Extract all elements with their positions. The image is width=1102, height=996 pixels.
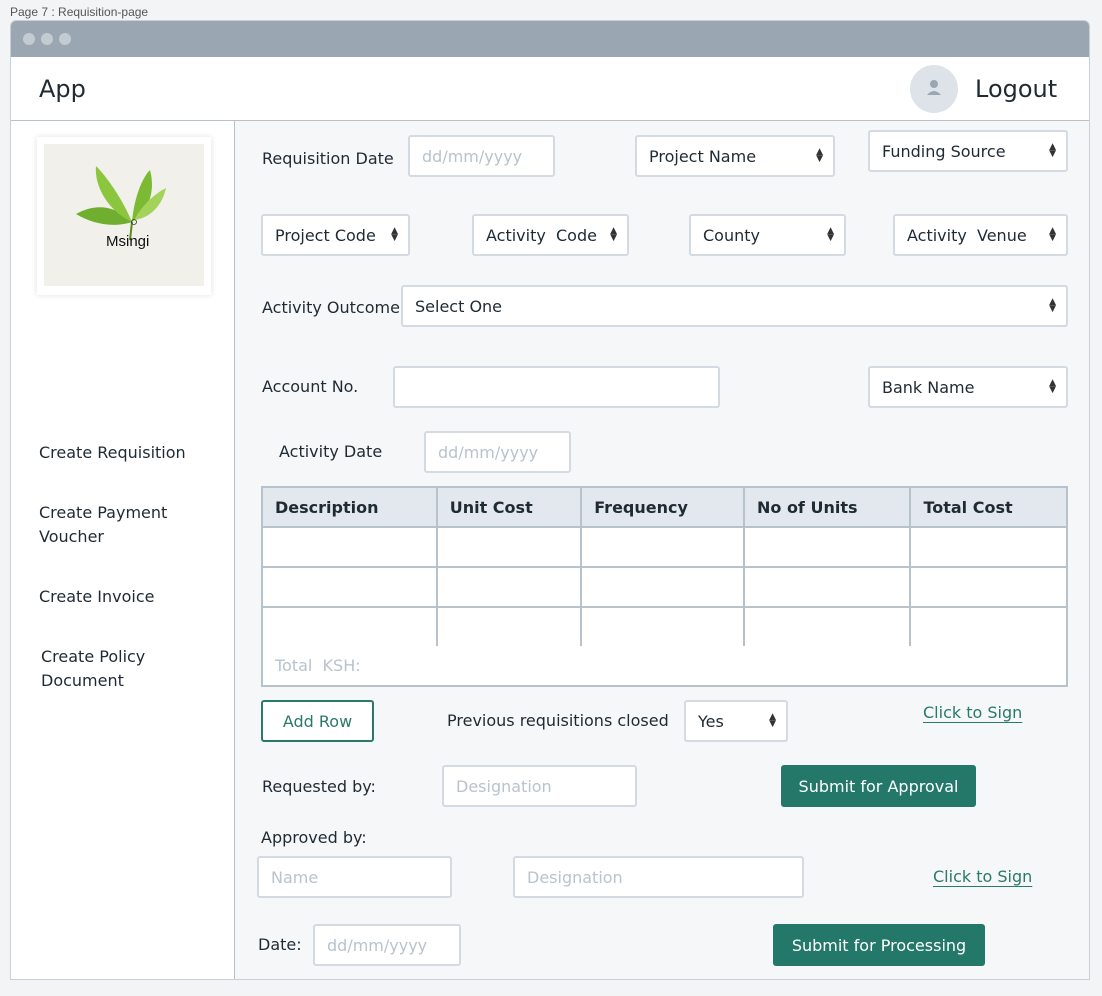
logo: Msingi [44, 144, 204, 286]
table-cell[interactable] [580, 566, 745, 608]
activity-outcome-value: Select One [415, 296, 503, 316]
table-cell[interactable] [261, 566, 438, 608]
table-cell[interactable] [261, 526, 438, 568]
page-label: Page 7 : Requisition-page [10, 5, 149, 19]
column-header-unit-cost: Unit Cost [435, 486, 583, 528]
county-select[interactable]: County ▲ ▼ [689, 214, 846, 256]
project-name-value: Project Name [649, 146, 757, 166]
requisition-date-input[interactable]: dd/mm/yyyy [408, 135, 555, 177]
previous-requisitions-closed-select[interactable]: Yes ▲ ▼ [684, 700, 788, 742]
click-to-sign-link-requester[interactable]: Click to Sign [923, 703, 1022, 722]
project-name-select[interactable]: Project Name ▲ ▼ [635, 135, 835, 177]
table-cell[interactable] [909, 526, 1068, 568]
table-cell[interactable] [742, 526, 912, 568]
bank-name-select[interactable]: Bank Name ▲ ▼ [868, 366, 1068, 408]
table-cell[interactable] [435, 526, 583, 568]
table-row [261, 606, 1068, 648]
activity-date-input[interactable]: dd/mm/yyyy [424, 431, 571, 473]
column-header-no-of-units: No of Units [742, 486, 912, 528]
chevron-updown-icon: ▲ ▼ [816, 147, 823, 164]
submit-for-processing-button[interactable]: Submit for Processing [773, 924, 985, 966]
user-icon [927, 80, 941, 95]
approved-by-label: Approved by: [261, 828, 367, 847]
add-row-button[interactable]: Add Row [261, 700, 374, 742]
table-cell[interactable] [909, 606, 1068, 648]
bank-name-value: Bank Name [882, 377, 975, 397]
previous-requisitions-closed-label: Previous requisitions closed [447, 711, 669, 730]
table-header-row: Description Unit Cost Frequency No of Un… [261, 486, 1068, 528]
approval-date-input[interactable]: dd/mm/yyyy [313, 924, 461, 966]
activity-venue-value: Activity Venue [907, 225, 1027, 245]
title-bar [11, 21, 1089, 57]
table-cell[interactable] [435, 566, 583, 608]
approved-by-designation-input[interactable]: Designation [513, 856, 804, 898]
chevron-updown-icon: ▲ ▼ [827, 226, 834, 243]
activity-code-value: Activity Code [486, 225, 597, 245]
window-dot-minimize[interactable] [41, 33, 53, 45]
county-value: County [703, 225, 760, 245]
activity-outcome-select[interactable]: Select One ▲ ▼ [401, 285, 1068, 327]
sidebar-item-create-payment-voucher[interactable]: Create Payment Voucher [39, 501, 189, 549]
total-ksh-label: Total KSH: [275, 656, 361, 675]
sidebar-item-create-invoice[interactable]: Create Invoice [39, 585, 154, 609]
requisition-form: Requisition Date dd/mm/yyyy Project Name… [236, 121, 1089, 979]
chevron-updown-icon: ▲ ▼ [769, 712, 776, 729]
click-to-sign-link-approver[interactable]: Click to Sign [933, 867, 1032, 886]
table-cell[interactable] [909, 566, 1068, 608]
app-window: App Logout Msingi Create Requisition Cre… [10, 20, 1090, 980]
column-header-frequency: Frequency [580, 486, 745, 528]
sidebar-item-create-requisition[interactable]: Create Requisition [39, 441, 186, 465]
window-dot-maximize[interactable] [59, 33, 71, 45]
table-cell[interactable] [580, 526, 745, 568]
requested-by-designation-input[interactable]: Designation [442, 765, 637, 807]
table-cell[interactable] [742, 606, 912, 648]
activity-venue-select[interactable]: Activity Venue ▲ ▼ [893, 214, 1068, 256]
column-header-description: Description [261, 486, 438, 528]
app-title: App [39, 75, 86, 103]
approved-by-name-input[interactable]: Name [257, 856, 452, 898]
table-cell[interactable] [742, 566, 912, 608]
logo-card: Msingi [37, 137, 211, 295]
sidebar-item-create-policy-document[interactable]: Create Policy Document [41, 645, 171, 693]
requisition-date-label: Requisition Date [262, 149, 394, 168]
user-avatar[interactable] [910, 65, 958, 113]
logout-button[interactable]: Logout [975, 75, 1057, 103]
chevron-updown-icon: ▲ ▼ [610, 226, 617, 243]
logo-text: Msingi [106, 233, 150, 250]
table-total-row: Total KSH: [261, 646, 1068, 687]
chevron-updown-icon: ▲ ▼ [391, 226, 398, 243]
app-header: App Logout [11, 57, 1089, 121]
sidebar: Msingi Create Requisition Create Payment… [11, 121, 235, 979]
previous-requisitions-closed-value: Yes [698, 711, 724, 731]
table-row [261, 526, 1068, 568]
requested-by-label: Requested by: [262, 777, 376, 796]
activity-outcome-label: Activity Outcome [262, 298, 400, 317]
table-cell[interactable] [580, 606, 745, 648]
leaf-logo-icon [76, 166, 166, 241]
submit-for-approval-button[interactable]: Submit for Approval [781, 765, 976, 807]
activity-date-label: Activity Date [279, 442, 383, 461]
cost-table: Description Unit Cost Frequency No of Un… [261, 486, 1068, 648]
chevron-updown-icon: ▲ ▼ [1049, 226, 1056, 243]
chevron-updown-icon: ▲ ▼ [1049, 142, 1056, 159]
chevron-updown-icon: ▲ ▼ [1049, 378, 1056, 395]
table-row [261, 566, 1068, 608]
activity-code-select[interactable]: Activity Code ▲ ▼ [472, 214, 629, 256]
account-no-label: Account No. [262, 377, 359, 396]
funding-source-value: Funding Source [882, 141, 1006, 161]
account-no-input[interactable] [393, 366, 720, 408]
chevron-updown-icon: ▲ ▼ [1049, 297, 1056, 314]
date-label: Date: [258, 935, 302, 954]
window-dot-close[interactable] [23, 33, 35, 45]
funding-source-select[interactable]: Funding Source ▲ ▼ [868, 130, 1068, 172]
project-code-select[interactable]: Project Code ▲ ▼ [261, 214, 410, 256]
column-header-total-cost: Total Cost [909, 486, 1068, 528]
table-cell[interactable] [435, 606, 583, 648]
table-cell[interactable] [261, 606, 438, 648]
project-code-value: Project Code [275, 225, 376, 245]
